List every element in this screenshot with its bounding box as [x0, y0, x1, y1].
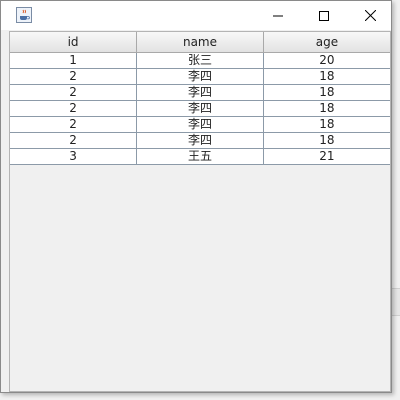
- cell-age[interactable]: 20: [263, 52, 390, 69]
- cell-id[interactable]: 2: [10, 132, 138, 149]
- table-row[interactable]: 3 王五 21: [10, 148, 390, 165]
- table-row[interactable]: 2 李四 18: [10, 68, 390, 85]
- cell-name[interactable]: 李四: [136, 116, 264, 133]
- minimize-button[interactable]: [255, 1, 301, 30]
- maximize-button[interactable]: [301, 1, 347, 30]
- cell-id[interactable]: 2: [10, 100, 138, 117]
- cell-id[interactable]: 2: [10, 84, 138, 101]
- table-row[interactable]: 1 张三 20: [10, 52, 390, 69]
- title-bar[interactable]: [1, 1, 391, 30]
- close-button[interactable]: [347, 1, 393, 30]
- cell-age[interactable]: 18: [263, 100, 390, 117]
- cell-name[interactable]: 李四: [136, 68, 264, 85]
- cell-name[interactable]: 王五: [136, 148, 264, 165]
- close-icon: [364, 10, 376, 21]
- cell-age[interactable]: 18: [263, 84, 390, 101]
- cell-age[interactable]: 21: [263, 148, 390, 165]
- cell-id[interactable]: 1: [10, 52, 138, 69]
- cell-id[interactable]: 3: [10, 148, 138, 165]
- cell-id[interactable]: 2: [10, 116, 138, 133]
- cell-name[interactable]: 李四: [136, 100, 264, 117]
- minimize-icon: [273, 15, 283, 16]
- cell-age[interactable]: 18: [263, 68, 390, 85]
- maximize-icon: [319, 10, 329, 21]
- cell-name[interactable]: 李四: [136, 84, 264, 101]
- table-row[interactable]: 2 李四 18: [10, 100, 390, 117]
- cell-id[interactable]: 2: [10, 68, 138, 85]
- cell-age[interactable]: 18: [263, 116, 390, 133]
- cell-name[interactable]: 张三: [136, 52, 264, 69]
- java-cup-icon: [16, 7, 32, 23]
- cell-name[interactable]: 李四: [136, 132, 264, 149]
- table-row[interactable]: 2 李四 18: [10, 84, 390, 101]
- table-header-row: id name age: [10, 32, 390, 53]
- column-header-age[interactable]: age: [263, 32, 390, 53]
- table-row[interactable]: 2 李四 18: [10, 116, 390, 133]
- cell-age[interactable]: 18: [263, 132, 390, 149]
- column-header-name[interactable]: name: [136, 32, 264, 53]
- column-header-id[interactable]: id: [10, 32, 138, 53]
- app-window: id name age 1 张三 20 2 李四 18 2 李四 18 2 李四…: [0, 0, 392, 393]
- data-table[interactable]: id name age 1 张三 20 2 李四 18 2 李四 18 2 李四…: [10, 32, 390, 165]
- table-row[interactable]: 2 李四 18: [10, 132, 390, 149]
- table-scroll-pane[interactable]: id name age 1 张三 20 2 李四 18 2 李四 18 2 李四…: [9, 31, 391, 392]
